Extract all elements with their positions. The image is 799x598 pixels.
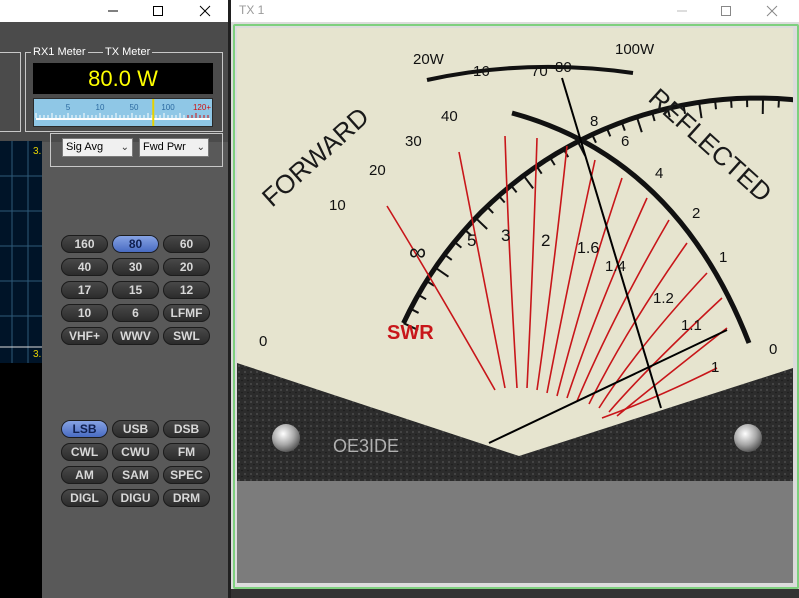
meter-reading: 80.0 W [33,63,213,94]
close-icon [766,5,778,17]
band-button-80[interactable]: 80 [112,235,159,253]
tx-window-title: TX 1 [239,3,265,17]
band-button-15[interactable]: 15 [112,281,159,299]
reflected-scale-label: 1 [719,249,727,266]
band-button-10[interactable]: 10 [61,304,108,322]
waterfall-area [0,363,42,598]
mode-button-drm[interactable]: DRM [163,489,210,507]
band-button-swl[interactable]: SWL [163,327,210,345]
tx-meter-select[interactable]: Fwd Pwr ⌄ [139,138,209,157]
maximize-button[interactable] [135,0,181,22]
band-button-40[interactable]: 40 [61,258,108,276]
reflected-scale-label: 0 [769,341,777,358]
meter-scale-label: 100 [161,103,175,112]
minimize-icon [108,10,118,12]
mode-button-digl[interactable]: DIGL [61,489,108,507]
close-icon [199,5,211,17]
meter-scale: 5 10 50 100 120+ [35,99,211,126]
main-titlebar [0,0,228,22]
panadapter-grid [0,141,42,363]
minimize-icon [677,10,687,12]
forward-scale-label: 20 [369,162,386,179]
panadapter-top-freq: 3. [33,146,42,157]
swr-scale-label: 1.2 [653,290,674,307]
tx-close-button[interactable] [749,0,795,22]
tx-meter-select-value: Fwd Pwr [143,141,186,153]
meter-scale-label: 5 [66,103,71,112]
forward-scale-label: 30 [405,133,422,150]
band-button-vhfplus[interactable]: VHF+ [61,327,108,345]
tx-minimize-button[interactable] [659,0,705,22]
swr-scale-label: 2 [541,231,550,250]
mode-button-fm[interactable]: FM [163,443,210,461]
swr-scale-label: 1.1 [681,317,702,334]
forward-tick [777,98,781,108]
swr-scale-label: 1 [711,359,719,376]
mode-button-spec[interactable]: SPEC [163,466,210,484]
band-button-wwv[interactable]: WWV [112,327,159,345]
tx-window: TX 1 0 10 20 30 40 70 80 100W 20W 16 864210 ∞ 5 3 2 1… [231,0,799,598]
band-button-30[interactable]: 30 [112,258,159,276]
forward-scale-label: 0 [259,333,267,350]
band-button-60[interactable]: 60 [163,235,210,253]
forward-scale-label: 10 [329,197,346,214]
forward-scale-label: 40 [441,108,458,125]
chevron-down-icon: ⌄ [120,142,129,153]
close-button[interactable] [182,0,228,22]
main-window: RX1 Meter TX Meter 80.0 W 5 10 50 100 120+ S… [0,0,228,598]
swr-scale-label: 1.6 [577,240,599,257]
mode-button-am[interactable]: AM [61,466,108,484]
reflected-scale-label: 8 [590,113,598,130]
band-button-20[interactable]: 20 [163,258,210,276]
swr-scale-label: 3 [501,226,510,245]
band-button-lfmf[interactable]: LFMF [163,304,210,322]
reflected-scale-label: 4 [655,165,663,182]
rx-meter-select[interactable]: Sig Avg ⌄ [62,138,133,157]
band-button-12[interactable]: 12 [163,281,210,299]
meter-bar: 5 10 50 100 120+ [33,98,213,127]
left-group-box [0,52,21,132]
rx-meter-select-value: Sig Avg [66,141,104,153]
meter-scale-label: 120+ [193,103,211,112]
chevron-down-icon: ⌄ [196,142,205,153]
screw-left [272,424,300,452]
brand-label: OE3IDE [333,436,399,456]
band-button-6[interactable]: 6 [112,304,159,322]
tx-maximize-button[interactable] [703,0,749,22]
tx-meter-label: TX Meter [103,46,153,58]
screw-right [734,424,762,452]
swr-scale-label: 1.4 [605,258,626,275]
maximize-icon [153,6,163,16]
cross-needle-meter: 01020304070 80100W20W16 864210 ∞ 5 3 2 1.61.4… [237,28,793,481]
tx-titlebar: TX 1 [231,0,799,22]
band-button-17[interactable]: 17 [61,281,108,299]
forward-tick [714,100,718,110]
band-button-160[interactable]: 160 [61,235,108,253]
maximize-icon [721,6,731,16]
mode-button-cwl[interactable]: CWL [61,443,108,461]
tx-window-body [237,481,793,583]
rx-meter-label: RX1 Meter [31,46,88,58]
panadapter-bottom-freq: 3. [33,349,42,360]
forward-scale-label: 100W [615,41,655,58]
mode-button-cwu[interactable]: CWU [112,443,159,461]
mode-button-dsb[interactable]: DSB [163,420,210,438]
meter-scale-label: 50 [130,103,139,112]
meter-scale-label: 10 [96,103,105,112]
reflected-scale-label: 2 [692,205,700,222]
tx-window-bottom [231,589,799,598]
mode-button-digu[interactable]: DIGU [112,489,159,507]
forward-tick [729,98,733,108]
swr-label: SWR [387,322,434,344]
forward-top-label: 20W [413,51,445,68]
mode-button-usb[interactable]: USB [112,420,159,438]
mode-button-sam[interactable]: SAM [112,466,159,484]
panadapter-display[interactable]: 3. 3. [0,141,42,363]
minimize-button[interactable] [90,0,136,22]
mode-button-lsb[interactable]: LSB [61,420,108,438]
swr-scale-label: 5 [467,231,476,250]
reflected-scale-label: 6 [621,133,629,150]
swr-scale-label: ∞ [409,239,426,266]
